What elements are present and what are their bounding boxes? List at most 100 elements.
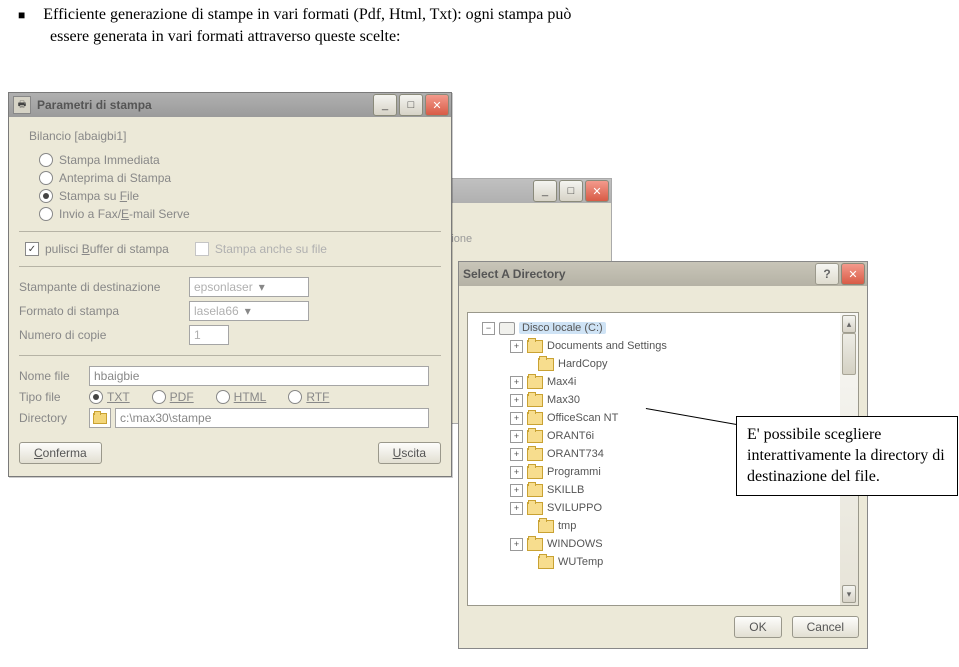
check-label: pulisci Buffer di stampa [45, 242, 169, 256]
label-format: Formato di stampa [19, 304, 189, 318]
label-directory: Directory [19, 411, 89, 425]
checkbox-icon [195, 242, 209, 256]
tree-item[interactable]: + Documents and Settings [472, 337, 854, 355]
directory-input[interactable]: c:\max30\stampe [115, 408, 429, 428]
radio-immediate[interactable]: Stampa Immediata [39, 153, 441, 167]
expand-icon[interactable]: + [510, 448, 523, 461]
check-also-file[interactable]: Stampa anche su file [195, 242, 327, 256]
expand-icon[interactable]: + [510, 502, 523, 515]
maximize-button[interactable]: □ [559, 180, 583, 202]
browse-folder-button[interactable] [89, 408, 111, 428]
filetype-rtf[interactable]: RTF [288, 390, 329, 404]
radio-icon [39, 171, 53, 185]
scroll-down-icon[interactable]: ▾ [842, 585, 856, 603]
collapse-icon[interactable]: − [482, 322, 495, 335]
confirm-button[interactable]: Conferma [19, 442, 102, 464]
intro-text-2: essere generata in vari formati attraver… [50, 28, 401, 46]
folder-icon [527, 340, 543, 353]
filetype-txt[interactable]: TXT [89, 390, 130, 404]
checkbox-icon: ✓ [25, 242, 39, 256]
expand-icon[interactable]: + [510, 412, 523, 425]
folder-icon [93, 413, 107, 424]
tree-label: Max4i [547, 376, 576, 388]
tree-item[interactable]: +Max30 [472, 391, 854, 409]
tree-label: SKILLB [547, 484, 584, 496]
radio-icon [216, 390, 230, 404]
bullet-square-icon: ■ [18, 8, 25, 22]
cancel-button[interactable]: Cancel [792, 616, 859, 638]
folder-icon [527, 376, 543, 389]
close-button[interactable]: ✕ [841, 263, 865, 285]
tree-root[interactable]: − Disco locale (C:) [472, 319, 854, 337]
expand-icon[interactable]: + [510, 430, 523, 443]
tree-label: ORANT6i [547, 430, 594, 442]
expand-icon[interactable]: + [510, 466, 523, 479]
minimize-button[interactable]: _ [373, 94, 397, 116]
folder-icon [527, 502, 543, 515]
intro-line-1: ■ Efficiente generazione di stampe in va… [18, 6, 571, 24]
help-button[interactable]: ? [815, 263, 839, 285]
tree-label: tmp [558, 520, 576, 532]
check-clean-buffer[interactable]: ✓ pulisci Buffer di stampa [25, 242, 169, 256]
ok-button[interactable]: OK [734, 616, 781, 638]
radio-label: Stampa su File [59, 189, 139, 203]
scroll-thumb[interactable] [842, 333, 856, 375]
radio-icon [288, 390, 302, 404]
tree-item[interactable]: WUTemp [472, 553, 854, 571]
label-copies: Numero di copie [19, 328, 189, 342]
tree-label: HardCopy [558, 358, 608, 370]
subtitle-label: Bilancio [abaigbi1] [29, 129, 441, 143]
expand-icon[interactable]: + [510, 340, 523, 353]
filetype-pdf[interactable]: PDF [152, 390, 194, 404]
folder-icon [538, 520, 554, 533]
radio-icon [39, 207, 53, 221]
folder-icon [527, 394, 543, 407]
expand-icon[interactable]: + [510, 484, 523, 497]
copies-input[interactable]: 1 [189, 325, 229, 345]
tree-label: WINDOWS [547, 538, 603, 550]
expand-icon[interactable]: + [510, 394, 523, 407]
app-icon: 🖶 [13, 96, 31, 114]
intro-text-1: Efficiente generazione di stampe in vari… [43, 6, 571, 23]
tree-item[interactable]: HardCopy [472, 355, 854, 373]
tree-label: WUTemp [558, 556, 603, 568]
tree-item[interactable]: + SVILUPPO [472, 499, 854, 517]
folder-icon [538, 556, 554, 569]
folder-icon [527, 484, 543, 497]
expand-icon[interactable]: + [510, 538, 523, 551]
tree-label: Documents and Settings [547, 340, 667, 352]
radio-tofile[interactable]: Stampa su File [39, 189, 441, 203]
radio-icon [39, 153, 53, 167]
folder-icon [527, 448, 543, 461]
radio-icon [152, 390, 166, 404]
close-button[interactable]: ✕ [425, 94, 449, 116]
check-label: Stampa anche su file [215, 242, 327, 256]
radio-preview[interactable]: Anteprima di Stampa [39, 171, 441, 185]
dir-window-title: Select A Directory [463, 267, 815, 281]
radio-icon [89, 390, 103, 404]
tree-item[interactable]: tmp [472, 517, 854, 535]
tree-label: Programmi [547, 466, 601, 478]
tree-item[interactable]: + Max4i [472, 373, 854, 391]
dest-dropdown[interactable]: epsonlaser [189, 277, 309, 297]
filename-input[interactable]: hbaigbie [89, 366, 429, 386]
maximize-button[interactable]: □ [399, 94, 423, 116]
radio-label: Stampa Immediata [59, 153, 160, 167]
folder-icon [527, 412, 543, 425]
format-dropdown[interactable]: lasela66 [189, 301, 309, 321]
tree-item[interactable]: + WINDOWS [472, 535, 854, 553]
filetype-html[interactable]: HTML [216, 390, 267, 404]
tree-label: ORANT734 [547, 448, 604, 460]
folder-icon [538, 358, 554, 371]
radio-fax[interactable]: Invio a Fax/E-mail Serve [39, 207, 441, 221]
folder-icon [527, 538, 543, 551]
tree-label: SVILUPPO [547, 502, 602, 514]
close-button[interactable]: ✕ [585, 180, 609, 202]
minimize-button[interactable]: _ [533, 180, 557, 202]
window-title: Parametri di stampa [37, 98, 373, 112]
exit-button[interactable]: Uscita [378, 442, 441, 464]
disk-icon [499, 322, 515, 335]
scroll-up-icon[interactable]: ▴ [842, 315, 856, 333]
expand-icon[interactable]: + [510, 376, 523, 389]
print-params-window: 🖶 Parametri di stampa _ □ ✕ Bilancio [ab… [8, 92, 452, 477]
